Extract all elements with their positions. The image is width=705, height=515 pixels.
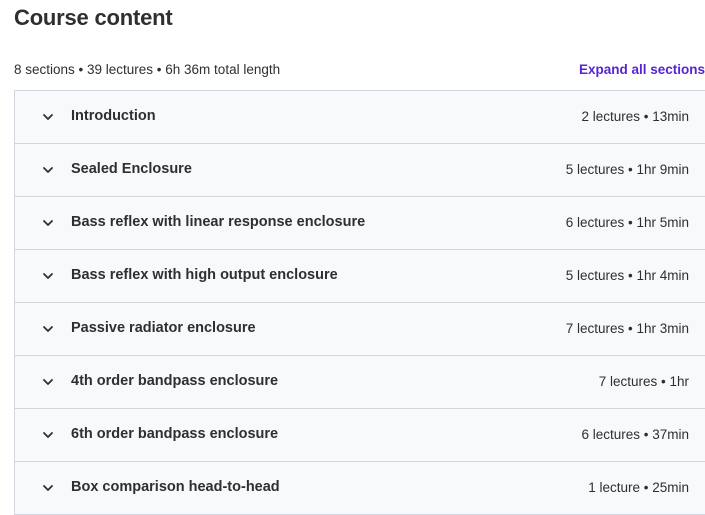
chevron-down-icon [41,428,55,442]
section-meta: 6 lectures • 1hr 5min [565,215,689,230]
section-meta: 7 lectures • 1hr [598,374,689,389]
section-row[interactable]: Bass reflex with linear response enclosu… [15,197,705,250]
section-row[interactable]: Passive radiator enclosure 7 lectures • … [15,303,705,356]
chevron-down-icon [41,216,55,230]
section-title: Passive radiator enclosure [71,320,256,336]
section-title: Bass reflex with linear response enclosu… [71,214,366,230]
section-meta: 7 lectures • 1hr 3min [565,321,689,336]
section-row[interactable]: 6th order bandpass enclosure 6 lectures … [15,409,705,462]
chevron-down-icon [41,163,55,177]
section-row[interactable]: Box comparison head-to-head 1 lecture • … [15,462,705,515]
section-row[interactable]: 4th order bandpass enclosure 7 lectures … [15,356,705,409]
section-title: 4th order bandpass enclosure [71,373,279,389]
section-title: Box comparison head-to-head [71,479,280,495]
section-title: 6th order bandpass enclosure [71,426,279,442]
page-title: Course content [14,5,173,30]
section-row[interactable]: Introduction 2 lectures • 13min [15,91,705,144]
section-meta: 6 lectures • 37min [581,427,689,442]
chevron-down-icon [41,481,55,495]
section-row[interactable]: Sealed Enclosure 5 lectures • 1hr 9min [15,144,705,197]
section-meta: 5 lectures • 1hr 4min [565,268,689,283]
chevron-down-icon [41,110,55,124]
section-meta: 2 lectures • 13min [581,109,689,124]
chevron-down-icon [41,375,55,389]
course-summary: 8 sections • 39 lectures • 6h 36m total … [14,62,281,77]
course-meta-row: 8 sections • 39 lectures • 6h 36m total … [14,62,705,80]
section-title: Sealed Enclosure [71,161,192,177]
section-row[interactable]: Bass reflex with high output enclosure 5… [15,250,705,303]
chevron-down-icon [41,322,55,336]
section-title: Introduction [71,108,156,124]
chevron-down-icon [41,269,55,283]
section-meta: 5 lectures • 1hr 9min [565,162,689,177]
section-meta: 1 lecture • 25min [588,480,689,495]
expand-all-sections-button[interactable]: Expand all sections [579,62,705,77]
section-title: Bass reflex with high output enclosure [71,267,338,283]
course-sections-list: Introduction 2 lectures • 13min Sealed E… [14,90,705,515]
